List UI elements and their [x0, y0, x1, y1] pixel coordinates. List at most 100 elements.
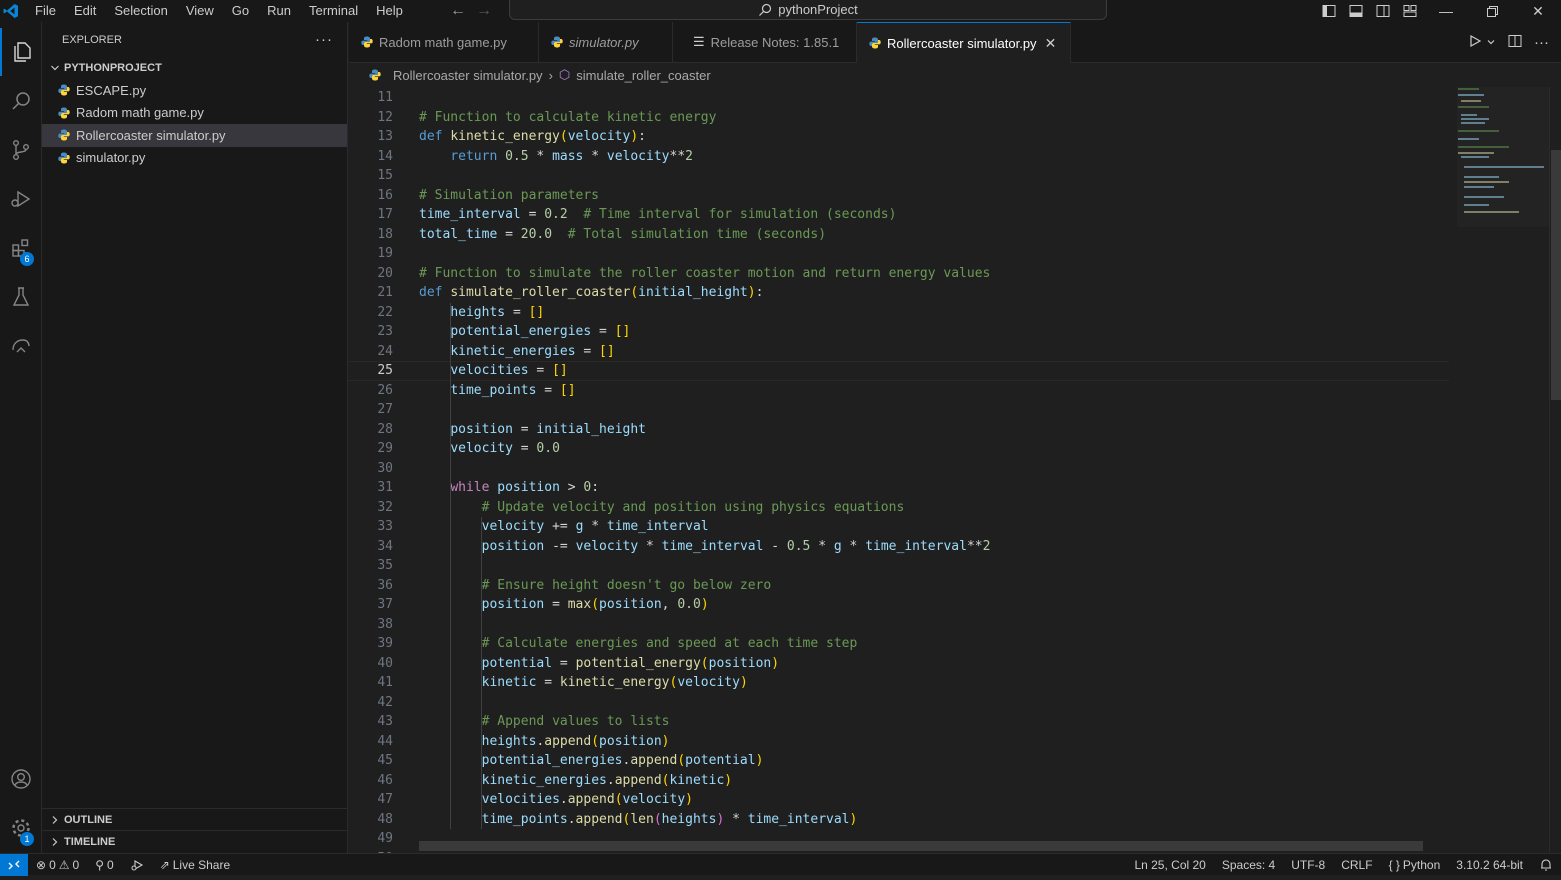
more-actions-icon[interactable]: ···	[1534, 34, 1549, 51]
tab-release-notes[interactable]: ☰ Release Notes: 1.85.1	[673, 22, 857, 62]
line-endings[interactable]: CRLF	[1333, 854, 1380, 876]
live-share-button[interactable]: ⇗ Live Share	[152, 854, 238, 876]
menu-run[interactable]: Run	[258, 0, 300, 22]
code-line[interactable]: 14 return 0.5 * mass * velocity**2	[349, 147, 1449, 167]
code-editor[interactable]: 11 12 # Function to calculate kinetic ener…	[349, 87, 1449, 853]
settings-gear-icon[interactable]: 1	[0, 804, 42, 852]
code-line[interactable]: 12 # Function to calculate kinetic energy	[349, 108, 1449, 128]
breadcrumb-file[interactable]: Rollercoaster simulator.py	[393, 68, 543, 83]
code-line[interactable]: 22 heights = []	[349, 303, 1449, 323]
code-line[interactable]: 32 # Update velocity and position using …	[349, 498, 1449, 518]
restore-icon[interactable]	[1469, 0, 1515, 22]
code-line[interactable]: 17 time_interval = 0.2 # Time interval fo…	[349, 205, 1449, 225]
code-line[interactable]: 44 heights.append(position)	[349, 732, 1449, 752]
search-icon[interactable]	[0, 77, 42, 125]
more-actions-icon[interactable]: ···	[315, 31, 333, 48]
code-line[interactable]: 29 velocity = 0.0	[349, 439, 1449, 459]
menu-edit[interactable]: Edit	[65, 0, 105, 22]
code-line[interactable]: 37 position = max(position, 0.0)	[349, 595, 1449, 615]
code-line[interactable]: 20 # Function to simulate the roller coas…	[349, 264, 1449, 284]
code-line[interactable]: 43 # Append values to lists	[349, 712, 1449, 732]
minimize-icon[interactable]: —	[1423, 0, 1469, 22]
timeline-section-header[interactable]: TIMELINE	[42, 830, 348, 852]
code-line[interactable]: 35	[349, 556, 1449, 576]
testing-icon[interactable]	[0, 273, 42, 321]
command-center[interactable]: pythonProject	[509, 0, 1107, 20]
back-arrow-icon[interactable]: ←	[450, 2, 466, 20]
code-line[interactable]: 13 def kinetic_energy(velocity):	[349, 127, 1449, 147]
code-line[interactable]: 34 position -= velocity * time_interval …	[349, 537, 1449, 557]
close-window-icon[interactable]: ✕	[1515, 0, 1561, 22]
remote-indicator-icon[interactable]	[0, 853, 28, 876]
tab-rollercoaster-simulator[interactable]: Rollercoaster simulator.py ✕	[857, 22, 1071, 63]
toggle-primary-sidebar-icon[interactable]	[1315, 0, 1342, 22]
debug-launch-icon[interactable]	[122, 854, 152, 876]
indentation[interactable]: Spaces: 4	[1214, 854, 1283, 876]
forward-arrow-icon[interactable]: →	[476, 2, 492, 20]
problems-indicator[interactable]: ⊗ 0 ⚠ 0	[28, 854, 87, 876]
code-line[interactable]: 27	[349, 400, 1449, 420]
code-line[interactable]: 41 kinetic = kinetic_energy(velocity)	[349, 673, 1449, 693]
menu-terminal[interactable]: Terminal	[300, 0, 367, 22]
explorer-icon[interactable]	[0, 28, 42, 76]
extensions-icon[interactable]: 6	[0, 224, 42, 272]
python-interpreter[interactable]: 3.10.2 64-bit	[1448, 854, 1531, 876]
menu-selection[interactable]: Selection	[105, 0, 176, 22]
tab-radom-math-game[interactable]: Radom math game.py	[349, 22, 539, 62]
run-dropdown-chevron-icon[interactable]	[1486, 35, 1496, 50]
file-item-escape[interactable]: ESCAPE.py	[42, 79, 347, 102]
code-line[interactable]: 18 total_time = 20.0 # Total simulation t…	[349, 225, 1449, 245]
outline-section-header[interactable]: OUTLINE	[42, 808, 348, 830]
toggle-panel-icon[interactable]	[1342, 0, 1369, 22]
code-line[interactable]: 48 time_points.append(len(heights) * tim…	[349, 810, 1449, 830]
horizontal-scrollbar[interactable]	[419, 841, 1423, 851]
file-item-radom-math-game[interactable]: Radom math game.py	[42, 102, 347, 125]
code-line[interactable]: 31 while position > 0:	[349, 478, 1449, 498]
run-python-file-icon[interactable]	[1468, 34, 1482, 51]
code-line[interactable]: 39 # Calculate energies and speed at eac…	[349, 634, 1449, 654]
close-tab-icon[interactable]: ✕	[1045, 35, 1057, 52]
code-line[interactable]: 15	[349, 166, 1449, 186]
menu-go[interactable]: Go	[223, 0, 258, 22]
cursor-position[interactable]: Ln 25, Col 20	[1126, 854, 1213, 876]
customize-layout-icon[interactable]	[1396, 0, 1423, 22]
encoding[interactable]: UTF-8	[1283, 854, 1333, 876]
code-line[interactable]: 16 # Simulation parameters	[349, 186, 1449, 206]
tab-simulator[interactable]: simulator.py	[539, 22, 673, 62]
code-line[interactable]: 47 velocities.append(velocity)	[349, 790, 1449, 810]
accounts-icon[interactable]	[0, 755, 42, 803]
code-line[interactable]: 45 potential_energies.append(potential)	[349, 751, 1449, 771]
code-line[interactable]: 24 kinetic_energies = []	[349, 342, 1449, 362]
scrollbar-thumb[interactable]	[1551, 150, 1561, 400]
breadcrumb-symbol[interactable]: simulate_roller_coaster	[576, 68, 710, 83]
code-line[interactable]: 30	[349, 459, 1449, 479]
vertical-scrollbar[interactable]	[1549, 87, 1561, 853]
project-section-header[interactable]: PYTHONPROJECT	[42, 57, 347, 79]
code-line[interactable]: 38	[349, 615, 1449, 635]
menu-file[interactable]: File	[26, 0, 65, 22]
code-line[interactable]: 28 position = initial_height	[349, 420, 1449, 440]
toggle-secondary-sidebar-icon[interactable]	[1369, 0, 1396, 22]
menu-help[interactable]: Help	[367, 0, 412, 22]
minimap[interactable]	[1449, 87, 1557, 853]
code-line[interactable]: 21 def simulate_roller_coaster(initial_he…	[349, 283, 1449, 303]
file-item-simulator[interactable]: simulator.py	[42, 147, 347, 170]
code-line[interactable]: 33 velocity += g * time_interval	[349, 517, 1449, 537]
source-control-icon[interactable]	[0, 126, 42, 174]
code-line[interactable]: 19	[349, 244, 1449, 264]
code-line[interactable]: 36 # Ensure height doesn't go below zero	[349, 576, 1449, 596]
language-mode[interactable]: { } Python	[1381, 854, 1449, 876]
code-line[interactable]: 23 potential_energies = []	[349, 322, 1449, 342]
notifications-bell-icon[interactable]	[1531, 854, 1561, 876]
code-line[interactable]: 25 velocities = []	[349, 361, 1449, 381]
file-item-rollercoaster-simulator[interactable]: Rollercoaster simulator.py	[42, 124, 347, 147]
code-line[interactable]: 26 time_points = []	[349, 381, 1449, 401]
menu-view[interactable]: View	[177, 0, 223, 22]
remote-explorer-icon[interactable]	[0, 322, 42, 370]
code-line[interactable]: 42	[349, 693, 1449, 713]
code-line[interactable]: 46 kinetic_energies.append(kinetic)	[349, 771, 1449, 791]
code-line[interactable]: 40 potential = potential_energy(position…	[349, 654, 1449, 674]
split-editor-icon[interactable]	[1508, 34, 1522, 51]
code-line[interactable]: 11	[349, 88, 1449, 108]
ports-indicator[interactable]: ⚲ 0	[87, 854, 121, 876]
